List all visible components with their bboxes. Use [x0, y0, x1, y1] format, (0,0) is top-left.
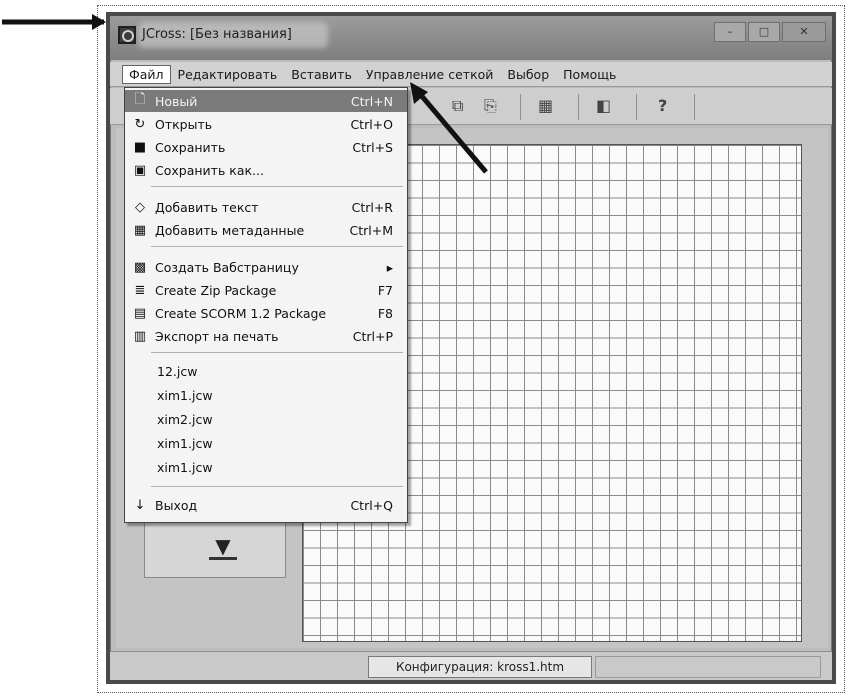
- diagonal-pointer-arrow: [410, 82, 488, 174]
- left-pointer-arrow: [2, 14, 106, 30]
- annotation-arrows: [2, 14, 488, 174]
